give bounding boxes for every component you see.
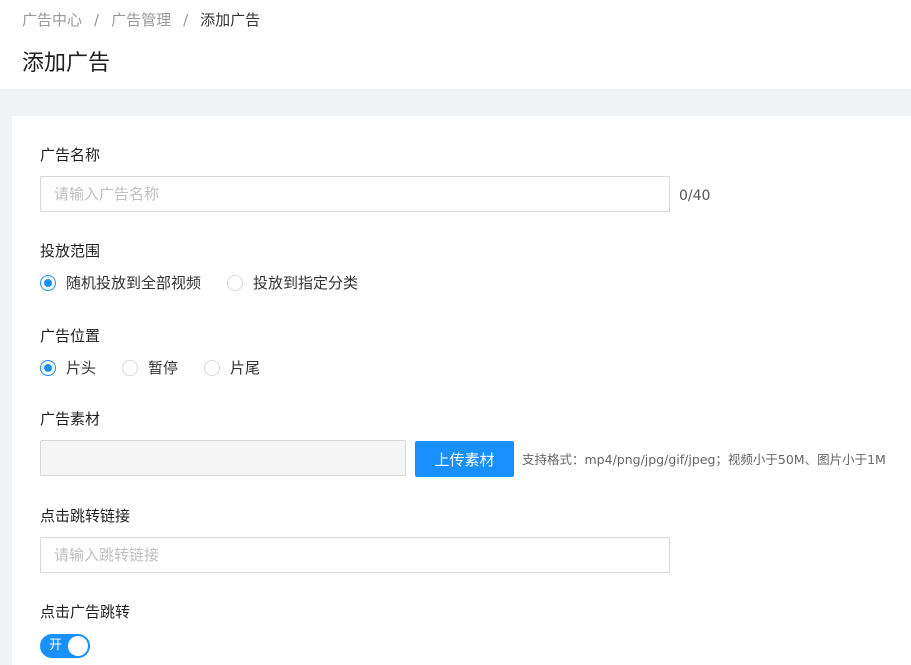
material-file-display xyxy=(40,440,406,476)
radio-checked-icon xyxy=(40,275,56,291)
position-option-label: 暂停 xyxy=(148,359,179,377)
radio-unchecked-icon xyxy=(122,360,139,376)
scope-radio-group: 随机投放到全部视频 投放到指定分类 xyxy=(40,273,384,293)
position-option-tail[interactable]: 片尾 xyxy=(204,358,260,378)
material-format-hint: 支持格式：mp4/png/jpg/gif/jpeg；视频小于50M、图片小于1M xyxy=(522,452,886,467)
breadcrumb-separator: / xyxy=(94,11,100,29)
breadcrumb-separator: / xyxy=(183,11,189,29)
position-option-label: 片头 xyxy=(66,359,97,377)
page-header: 广告中心 / 广告管理 / 添加广告 添加广告 xyxy=(0,0,911,89)
scope-option-category[interactable]: 投放到指定分类 xyxy=(227,273,358,293)
radio-unchecked-icon xyxy=(204,360,221,376)
switch-knob xyxy=(68,636,88,656)
position-option-pause[interactable]: 暂停 xyxy=(122,358,178,378)
ad-form: 广告名称 0/40 投放范围 随机投放到全部视频 投放到指定分类 广告位置 片头… xyxy=(12,116,911,665)
upload-material-button[interactable]: 上传素材 xyxy=(415,441,514,477)
ad-name-label: 广告名称 xyxy=(40,146,101,164)
scope-option-label: 随机投放到全部视频 xyxy=(66,274,202,292)
page-title: 添加广告 xyxy=(22,51,111,76)
material-label: 广告素材 xyxy=(40,410,101,428)
position-radio-group: 片头 暂停 片尾 xyxy=(40,358,286,378)
position-option-head[interactable]: 片头 xyxy=(40,358,96,378)
breadcrumb-item-ad-management[interactable]: 广告管理 xyxy=(111,11,171,29)
scope-option-label: 投放到指定分类 xyxy=(253,274,359,292)
switch-on-text: 开 xyxy=(49,638,63,653)
ad-name-input[interactable] xyxy=(40,176,670,212)
radio-checked-icon xyxy=(40,360,56,376)
click-jump-switch[interactable]: 开 xyxy=(40,634,90,658)
click-jump-label: 点击广告跳转 xyxy=(40,603,131,621)
breadcrumb: 广告中心 / 广告管理 / 添加广告 xyxy=(22,10,260,30)
breadcrumb-item-current: 添加广告 xyxy=(200,11,261,29)
jump-link-input[interactable] xyxy=(40,537,670,573)
position-option-label: 片尾 xyxy=(230,359,261,377)
radio-unchecked-icon xyxy=(227,275,244,291)
scope-label: 投放范围 xyxy=(40,242,101,260)
link-label: 点击跳转链接 xyxy=(40,507,131,525)
position-label: 广告位置 xyxy=(40,327,101,345)
ad-name-counter: 0/40 xyxy=(679,188,711,204)
scope-option-all-videos[interactable]: 随机投放到全部视频 xyxy=(40,273,201,293)
breadcrumb-item-ad-center[interactable]: 广告中心 xyxy=(22,11,82,29)
